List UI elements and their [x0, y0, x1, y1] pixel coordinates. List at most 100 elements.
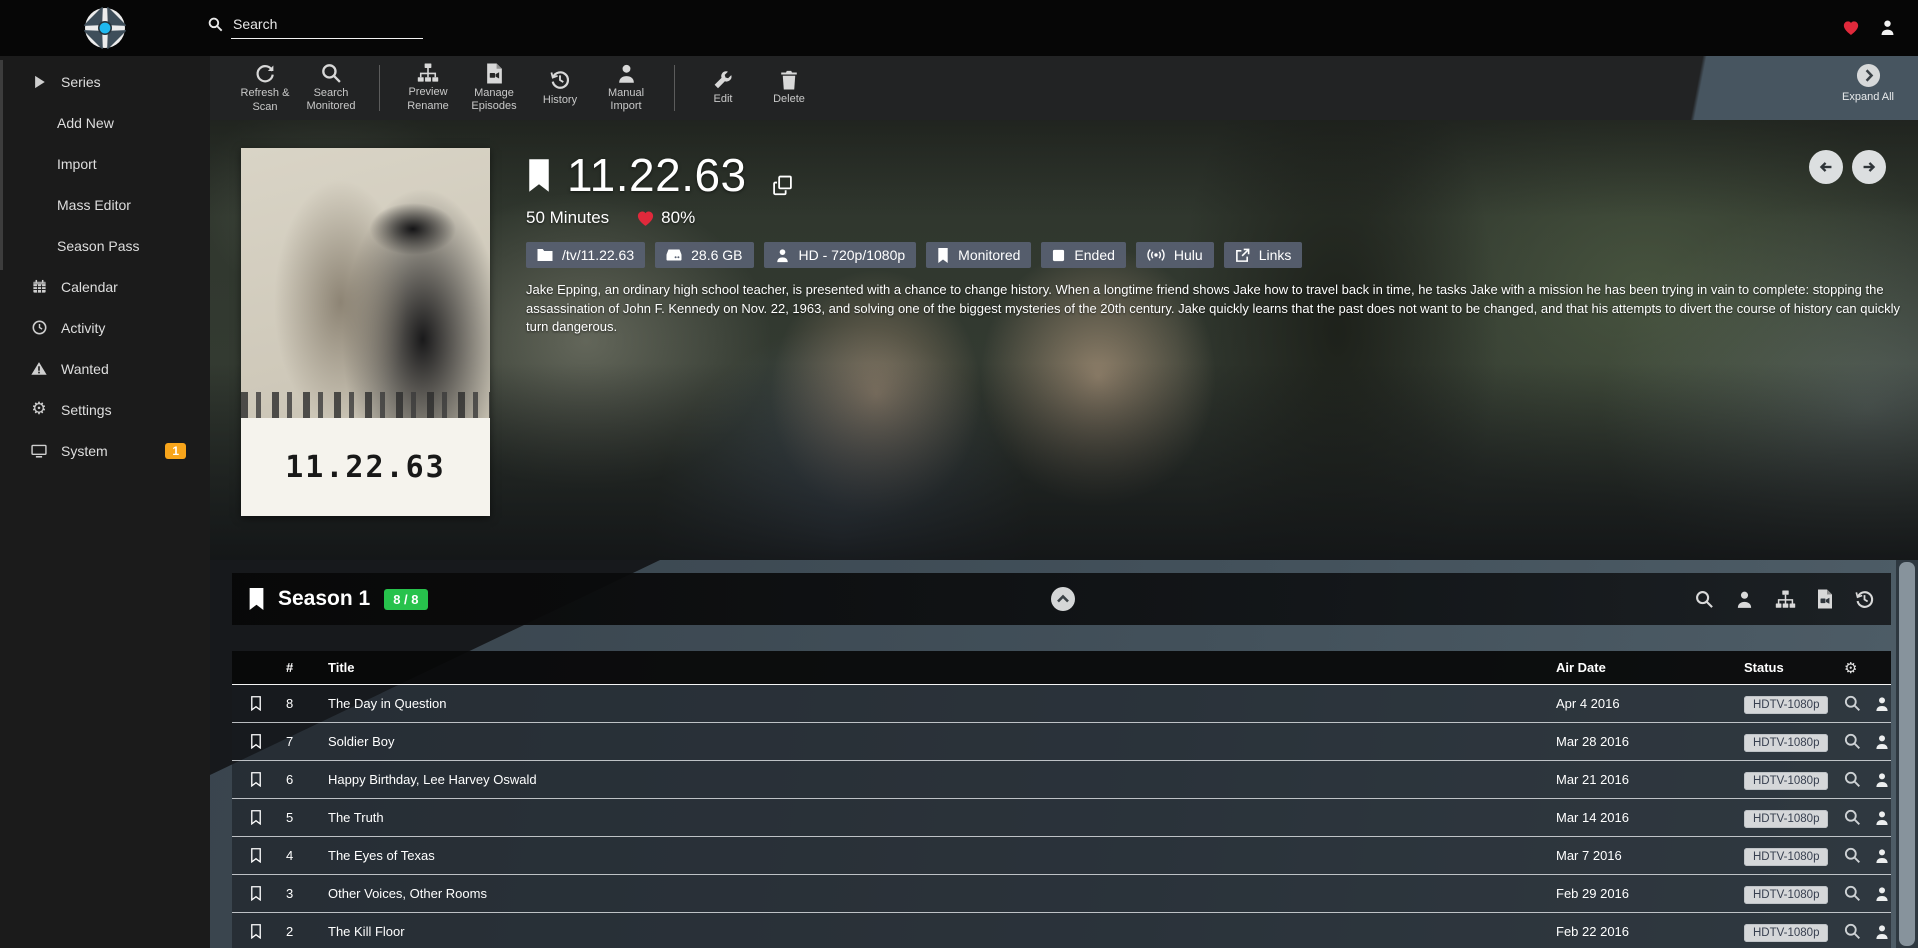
episode-row[interactable]: 6 Happy Birthday, Lee Harvey Oswald Mar …	[232, 761, 1891, 799]
episode-interactive-search-icon[interactable]	[1874, 924, 1890, 940]
search-icon	[321, 63, 342, 84]
sidebar-item-settings[interactable]: ⚙ Settings	[0, 389, 210, 430]
top-bar	[0, 0, 1918, 56]
episode-row[interactable]: 3 Other Voices, Other Rooms Feb 29 2016 …	[232, 875, 1891, 913]
air-date-column-header[interactable]: Air Date	[1548, 660, 1728, 675]
expand-all-button[interactable]: Expand All	[1842, 63, 1894, 103]
edit-button[interactable]: Edit	[691, 70, 755, 106]
drive-icon	[666, 248, 682, 262]
episode-title[interactable]: The Truth	[324, 810, 1548, 825]
chevron-right-circle-icon	[1856, 63, 1881, 88]
episode-title[interactable]: Other Voices, Other Rooms	[324, 886, 1548, 901]
episode-row[interactable]: 5 The Truth Mar 14 2016 HDTV-1080p	[232, 799, 1891, 837]
collapse-season-button[interactable]	[1050, 586, 1076, 612]
episode-row[interactable]: 4 The Eyes of Texas Mar 7 2016 HDTV-1080…	[232, 837, 1891, 875]
monitored-badge[interactable]: Monitored	[926, 242, 1031, 268]
episode-monitor-toggle-icon[interactable]	[250, 810, 262, 825]
episode-title[interactable]: The Eyes of Texas	[324, 848, 1548, 863]
scrollbar-thumb[interactable]	[1899, 562, 1915, 946]
sidebar-item-wanted[interactable]: Wanted	[0, 348, 210, 389]
next-series-button[interactable]	[1852, 150, 1886, 184]
search-input[interactable]	[231, 13, 423, 39]
episode-row[interactable]: 2 The Kill Floor Feb 22 2016 HDTV-1080p	[232, 913, 1891, 948]
donate-heart-icon[interactable]	[1842, 20, 1860, 36]
person-icon	[616, 63, 637, 84]
episode-interactive-search-icon[interactable]	[1874, 810, 1890, 826]
episode-search-icon[interactable]	[1844, 771, 1861, 788]
episode-search-icon[interactable]	[1844, 809, 1861, 826]
number-column-header[interactable]: #	[280, 660, 324, 675]
episode-title[interactable]: Happy Birthday, Lee Harvey Oswald	[324, 772, 1548, 787]
episode-interactive-search-icon[interactable]	[1874, 772, 1890, 788]
path-badge[interactable]: /tv/11.22.63	[526, 242, 645, 268]
sidebar-item-series[interactable]: Series	[0, 61, 210, 102]
episode-search-icon[interactable]	[1844, 695, 1861, 712]
delete-button[interactable]: Delete	[757, 70, 821, 106]
history-button[interactable]: History	[528, 69, 592, 107]
chevron-up-circle-icon	[1050, 586, 1076, 612]
episode-monitor-toggle-icon[interactable]	[250, 848, 262, 863]
episode-air-date: Apr 4 2016	[1548, 696, 1728, 711]
network-badge[interactable]: Hulu	[1136, 242, 1214, 268]
previous-series-button[interactable]	[1809, 150, 1843, 184]
season-interactive-search-icon[interactable]	[1735, 590, 1754, 609]
season-rename-icon[interactable]	[1775, 590, 1796, 609]
manual-import-button[interactable]: Manual Import	[594, 63, 658, 113]
series-badges: /tv/11.22.63 28.6 GB HD - 720p/1080p Mon…	[526, 242, 1904, 268]
sidebar-item-label: Activity	[61, 320, 105, 336]
episode-row[interactable]: 8 The Day in Question Apr 4 2016 HDTV-10…	[232, 685, 1891, 723]
episode-interactive-search-icon[interactable]	[1874, 696, 1890, 712]
episode-search-icon[interactable]	[1844, 733, 1861, 750]
episode-monitor-toggle-icon[interactable]	[250, 696, 262, 711]
episode-search-icon[interactable]	[1844, 847, 1861, 864]
episode-title[interactable]: The Kill Floor	[324, 924, 1548, 939]
links-badge[interactable]: Links	[1224, 242, 1303, 268]
status-badge[interactable]: Ended	[1041, 242, 1125, 268]
sidebar-item-calendar[interactable]: Calendar	[0, 266, 210, 307]
episode-title[interactable]: The Day in Question	[324, 696, 1548, 711]
episode-monitor-toggle-icon[interactable]	[250, 772, 262, 787]
sidebar-item-system[interactable]: System 1	[0, 430, 210, 471]
sidebar-item-season-pass[interactable]: Season Pass	[0, 225, 210, 266]
episode-monitor-toggle-icon[interactable]	[250, 734, 262, 749]
quality-profile-badge[interactable]: HD - 720p/1080p	[764, 242, 917, 268]
title-column-header[interactable]: Title	[324, 660, 1548, 675]
search-monitored-button[interactable]: Search Monitored	[299, 63, 363, 113]
episode-row[interactable]: 7 Soldier Boy Mar 28 2016 HDTV-1080p	[232, 723, 1891, 761]
episode-quality-badge: HDTV-1080p	[1744, 734, 1828, 752]
refresh-scan-button[interactable]: Refresh & Scan	[233, 62, 297, 113]
episode-monitor-toggle-icon[interactable]	[250, 924, 262, 939]
season-search-icon[interactable]	[1695, 590, 1714, 609]
sidebar-item-add-new[interactable]: Add New	[0, 102, 210, 143]
episode-title[interactable]: Soldier Boy	[324, 734, 1548, 749]
manage-episodes-button[interactable]: Manage Episodes	[462, 63, 526, 113]
app-logo-icon[interactable]	[84, 7, 126, 49]
season-history-icon[interactable]	[1854, 589, 1875, 610]
episode-search-icon[interactable]	[1844, 885, 1861, 902]
sidebar-item-mass-editor[interactable]: Mass Editor	[0, 184, 210, 225]
status-column-header[interactable]: Status	[1728, 660, 1838, 675]
episode-number: 2	[280, 924, 324, 939]
copy-icon[interactable]	[772, 175, 793, 196]
preview-rename-button[interactable]: Preview Rename	[396, 63, 460, 112]
season-monitored-bookmark-icon[interactable]	[248, 588, 265, 610]
episode-search-icon[interactable]	[1844, 923, 1861, 940]
sidebar-item-activity[interactable]: Activity	[0, 307, 210, 348]
series-poster[interactable]: 11.22.63	[241, 148, 490, 516]
season-title: Season 1	[278, 587, 370, 611]
sidebar-scrollbar[interactable]	[0, 60, 3, 270]
episode-interactive-search-icon[interactable]	[1874, 848, 1890, 864]
sidebar-item-import[interactable]: Import	[0, 143, 210, 184]
season-header[interactable]: Season 1 8 / 8	[232, 573, 1891, 625]
user-account-icon[interactable]	[1879, 19, 1896, 36]
episode-monitor-toggle-icon[interactable]	[250, 886, 262, 901]
episode-interactive-search-icon[interactable]	[1874, 734, 1890, 750]
size-badge[interactable]: 28.6 GB	[655, 242, 753, 268]
wrench-icon	[713, 70, 733, 90]
table-options-gear-icon[interactable]: ⚙	[1844, 659, 1857, 677]
season-file-icon[interactable]	[1817, 589, 1833, 609]
content-scrollbar[interactable]	[1896, 560, 1918, 948]
episode-interactive-search-icon[interactable]	[1874, 886, 1890, 902]
monitored-bookmark-icon[interactable]	[526, 159, 552, 192]
episode-air-date: Mar 28 2016	[1548, 734, 1728, 749]
